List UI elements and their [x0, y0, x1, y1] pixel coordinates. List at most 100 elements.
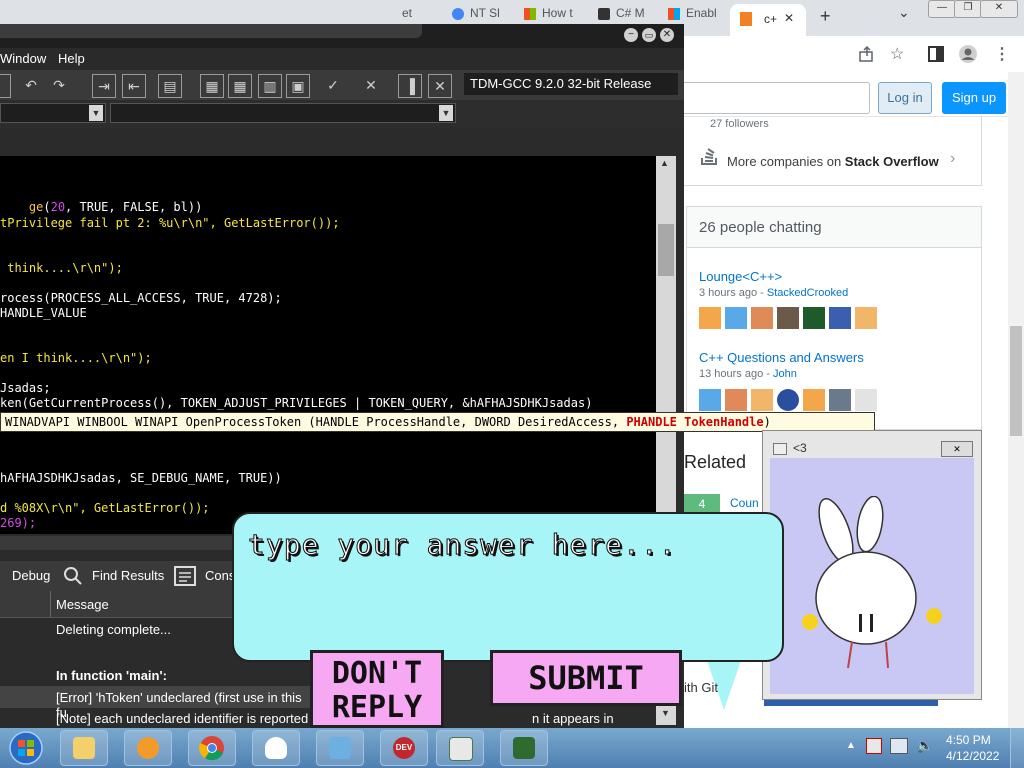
avatar[interactable] [751, 307, 773, 329]
toolbar-button[interactable] [0, 74, 11, 98]
avatar[interactable] [725, 389, 747, 411]
bunny-mascot[interactable] [796, 496, 946, 674]
editor-scrollbar[interactable]: ▲ [656, 156, 676, 536]
avatar[interactable] [803, 389, 825, 411]
close-icon[interactable]: ✕ [660, 28, 674, 42]
message-row-selected[interactable]: [Error] 'hToken' undeclared (first use i… [0, 686, 310, 720]
code-editor[interactable]: ge(20, TRUE, FALSE, bl)) tPrivilege fail… [0, 156, 656, 534]
maximize-button[interactable]: ❐ [954, 0, 982, 18]
minimize-button[interactable]: — [928, 0, 956, 18]
avatar[interactable] [699, 389, 721, 411]
taskbar-explorer[interactable] [60, 730, 108, 766]
class-combo[interactable]: ▼ [0, 103, 106, 123]
tab-search-icon[interactable]: ⌄ [898, 4, 910, 21]
devcpp-icon: DEV [393, 737, 415, 759]
answer-input[interactable]: type your answer here... [248, 528, 677, 562]
maximize-icon[interactable]: ▭ [642, 28, 656, 42]
avatar[interactable] [777, 307, 799, 329]
avatar[interactable] [855, 389, 877, 411]
more-companies-link[interactable]: More companies on Stack Overflow [727, 154, 939, 169]
member-combo[interactable]: ▼ [110, 103, 456, 123]
profile-icon[interactable] [958, 44, 978, 64]
clock-date[interactable]: 4/12/2022 [946, 749, 999, 763]
show-desktop-button[interactable] [1010, 728, 1024, 768]
menu-window[interactable]: Window [0, 51, 46, 66]
message-row[interactable]: Deleting complete... [56, 622, 171, 637]
window-icon[interactable]: ▣ [286, 74, 310, 98]
browser-tab-active[interactable]: c+ ✕ [730, 4, 806, 36]
submit-button[interactable]: SUBMIT [490, 650, 682, 706]
tab-find-results[interactable]: Find Results [92, 568, 164, 583]
new-tab-button[interactable]: + [820, 6, 831, 27]
tab-debug[interactable]: Debug [12, 568, 50, 583]
search-input[interactable] [684, 82, 870, 114]
action-center-icon[interactable] [866, 738, 882, 754]
avatar[interactable] [803, 307, 825, 329]
network-icon[interactable] [890, 738, 908, 754]
taskbar-devcpp[interactable]: DEV [380, 730, 428, 766]
chat-people-count: 26 people chatting [699, 219, 822, 236]
message-row[interactable]: In function 'main': [56, 668, 167, 683]
message-row[interactable]: [Note] each undeclared identifier is rep… [56, 711, 319, 726]
close-tab-icon[interactable]: ✕ [784, 11, 794, 25]
chat-room-link[interactable]: C++ Questions and Answers [699, 350, 864, 365]
editor-hscrollbar[interactable] [0, 536, 240, 550]
page-scrollbar-thumb[interactable] [1010, 326, 1022, 436]
chat-room-link[interactable]: Lounge<C++> [699, 269, 782, 284]
widget-title: <3 [773, 441, 807, 455]
dont-reply-button[interactable]: DON'T REPLY [310, 650, 444, 728]
taskbar-media-player[interactable] [124, 730, 172, 766]
avatar[interactable] [777, 389, 799, 411]
avatar[interactable] [829, 307, 851, 329]
more-menu-icon[interactable]: ⋮ [994, 44, 1010, 64]
taskbar-photos[interactable] [316, 730, 364, 766]
undo-icon[interactable]: ↶ [20, 74, 42, 96]
check-icon[interactable]: ✓ [322, 74, 344, 96]
messages-scrollbar[interactable]: ▼ [656, 703, 676, 725]
compiler-select[interactable]: TDM-GCC 9.2.0 32-bit Release [464, 73, 678, 95]
taskbar-app[interactable] [436, 730, 484, 766]
comment-icon[interactable]: ▤ [158, 74, 182, 98]
tab-console[interactable]: Cons [205, 568, 235, 583]
taskbar-chrome[interactable] [188, 730, 236, 766]
minimize-icon[interactable]: − [624, 28, 638, 42]
editor-scrollbar-thumb[interactable] [658, 224, 674, 276]
image-icon [329, 737, 351, 759]
login-button[interactable]: Log in [878, 82, 932, 114]
avatar[interactable] [725, 307, 747, 329]
code-line: ken(GetCurrentProcess(), TOKEN_ADJUST_PR… [0, 396, 593, 410]
class-browser-icon[interactable]: ▥ [258, 74, 282, 98]
widget-close-button[interactable]: ✕ [941, 441, 973, 457]
scroll-up-icon[interactable]: ▲ [660, 158, 669, 168]
chart-icon[interactable]: ▐ [398, 74, 422, 98]
share-icon[interactable] [858, 45, 876, 63]
stop-icon[interactable]: ✕ [428, 74, 452, 98]
tray-expand-icon[interactable]: ▲ [846, 740, 856, 751]
stack-overflow-icon [740, 12, 752, 26]
clock-time[interactable]: 4:50 PM [946, 733, 991, 747]
signup-button[interactable]: Sign up [942, 82, 1006, 114]
indent-icon[interactable]: ⇥ [92, 74, 116, 98]
scroll-down-icon[interactable]: ▼ [661, 708, 670, 718]
grid-icon[interactable]: ▦ [200, 74, 224, 98]
volume-icon[interactable]: 🔈 [916, 737, 933, 754]
avatar[interactable] [699, 307, 721, 329]
code-line: HANDLE_VALUE [0, 306, 87, 320]
grid-icon[interactable]: ▦ [228, 74, 252, 98]
avatar[interactable] [829, 389, 851, 411]
close-window-button[interactable]: ✕ [980, 0, 1018, 18]
avatar[interactable] [751, 389, 773, 411]
unindent-icon[interactable]: ⇤ [122, 74, 146, 98]
avatar[interactable] [855, 307, 877, 329]
redo-icon[interactable]: ↷ [48, 74, 70, 96]
start-button[interactable] [6, 730, 46, 766]
menu-help[interactable]: Help [58, 51, 85, 66]
taskbar-bunny[interactable] [252, 730, 300, 766]
chrome-icon [199, 736, 224, 761]
related-link-partial[interactable]: ith Git [684, 680, 718, 695]
cross-icon[interactable]: ✕ [360, 74, 382, 96]
side-panel-icon[interactable] [928, 46, 944, 62]
taskbar-monitor[interactable] [500, 730, 548, 766]
bookmark-star-icon[interactable]: ☆ [890, 44, 904, 64]
related-link[interactable]: Coun [730, 496, 759, 510]
